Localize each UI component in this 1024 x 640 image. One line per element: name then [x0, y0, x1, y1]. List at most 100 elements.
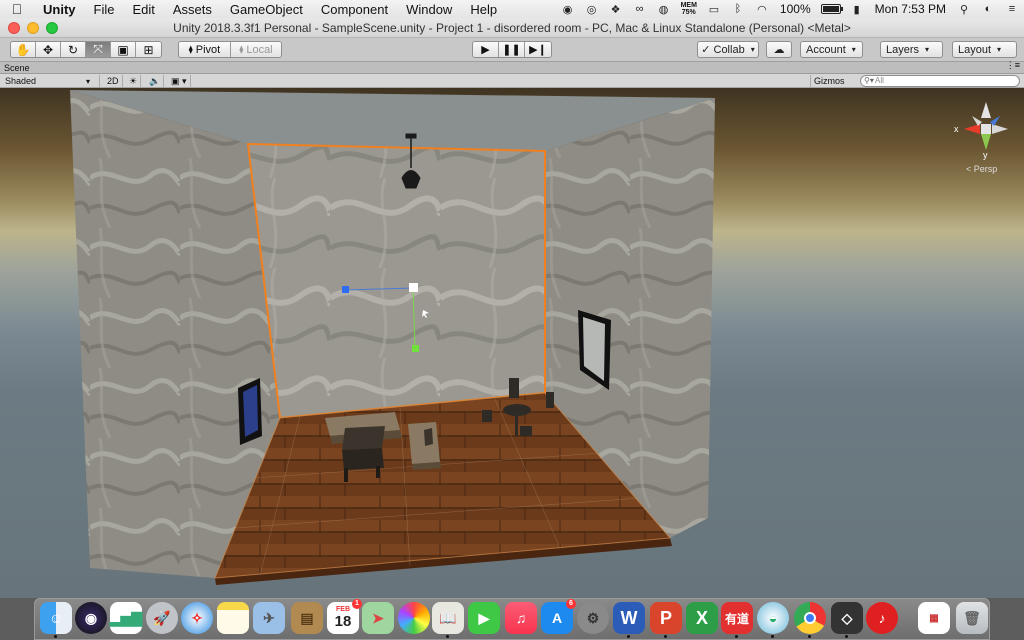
running-indicator	[446, 635, 449, 638]
sync-icon[interactable]: ◍	[657, 3, 671, 16]
cloud-services-button[interactable]: ☁	[766, 41, 792, 58]
wps-spreadsheet-icon[interactable]: X	[686, 602, 718, 634]
effects-dropdown-icon[interactable]: ▣ ▾	[168, 75, 191, 87]
music-icon[interactable]: ♫	[505, 602, 537, 634]
close-window-button[interactable]	[8, 21, 20, 34]
search-placeholder: All	[875, 76, 884, 85]
maximize-window-button[interactable]	[46, 21, 58, 34]
rect-tool-icon[interactable]: ▣	[111, 42, 136, 57]
contacts-icon[interactable]: ▤	[291, 602, 323, 634]
scene-viewport[interactable]: x y < Persp	[0, 88, 1024, 598]
shading-mode-label: Shaded	[5, 76, 37, 86]
check-icon: ✓	[701, 44, 711, 56]
system-preferences-icon[interactable]: ⚙	[577, 602, 609, 634]
left-wall-frame[interactable]	[238, 378, 262, 445]
chrome-status-icon[interactable]: ◎	[585, 3, 599, 16]
hand-tool-icon[interactable]: ✋	[11, 42, 36, 57]
minimize-window-button[interactable]	[27, 21, 39, 34]
menu-gameobject[interactable]: GameObject	[221, 2, 312, 17]
pivot-button[interactable]: ⧫ Pivot	[179, 42, 231, 57]
wifi-icon[interactable]: ◠	[755, 3, 769, 16]
siri-icon[interactable]: ◐	[981, 3, 995, 15]
macos-dock: ☺ ◉ ▂▅▇ 🚀 ✧ ✈ ▤ FEB 18 1 ➤ 📖 ▶ ♫ A6 ⚙ W …	[0, 598, 1024, 640]
rotate-tool-icon[interactable]: ↻	[61, 42, 86, 57]
flag-icon[interactable]: ▮	[850, 3, 864, 16]
scene-tab[interactable]: Scene	[4, 62, 30, 74]
finder-icon[interactable]: ☺	[40, 602, 72, 634]
spotlight-icon[interactable]: ⚲	[957, 3, 971, 16]
transform-tool-icon[interactable]: ⊞	[136, 42, 161, 57]
photos-icon[interactable]	[398, 602, 430, 634]
launchpad-icon[interactable]: 🚀	[146, 602, 178, 634]
youdao-icon[interactable]: 有道	[721, 602, 753, 634]
menu-unity[interactable]: Unity	[34, 2, 85, 17]
trash-icon[interactable]: 🗑	[956, 602, 988, 634]
menu-edit[interactable]: Edit	[123, 2, 163, 17]
step-button[interactable]: ▶❙	[525, 42, 551, 57]
activity-monitor-icon[interactable]: ▂▅▇	[110, 602, 142, 634]
app-store-badge: 6	[566, 599, 576, 609]
layers-dropdown[interactable]: Layers	[880, 41, 943, 58]
dropbox-icon[interactable]: ❖	[609, 3, 623, 16]
battery-percent: 100%	[779, 2, 811, 16]
window-title: Unity 2018.3.3f1 Personal - SampleScene.…	[173, 20, 851, 35]
scene-search-input[interactable]: ⚲▾ All	[860, 75, 1020, 87]
notes-icon[interactable]	[217, 602, 249, 634]
play-button[interactable]: ▶	[473, 42, 499, 57]
siri-app-icon[interactable]: ◉	[75, 602, 107, 634]
armchair[interactable]	[408, 422, 441, 470]
app-store-icon[interactable]: A6	[541, 599, 576, 634]
scale-tool-icon[interactable]: ⤧	[86, 42, 111, 57]
unity-icon[interactable]: ◇	[831, 602, 863, 634]
chrome-icon[interactable]	[794, 602, 826, 634]
panel-menu-icon[interactable]: ⋮≡	[1006, 60, 1020, 71]
netease-music-icon[interactable]: ♪	[866, 602, 898, 634]
perspective-toggle[interactable]: < Persp	[966, 164, 997, 174]
back-wall-selected[interactable]	[246, 142, 546, 420]
gizmo-z-handle[interactable]	[342, 286, 349, 293]
axis-x-label: x	[954, 124, 959, 134]
shading-mode-dropdown[interactable]: Shaded	[2, 75, 100, 87]
menu-window[interactable]: Window	[397, 2, 461, 17]
lighting-toggle-icon[interactable]: ☀	[126, 75, 142, 87]
memory-monitor[interactable]: MEM 75%	[681, 2, 697, 16]
notification-center-icon[interactable]: ≡	[1005, 3, 1019, 15]
creative-cloud-icon[interactable]: ∞	[633, 3, 647, 15]
apple-menu-icon[interactable]: 	[0, 1, 34, 17]
local-button[interactable]: ⧫ Local	[231, 42, 281, 57]
facetime-icon[interactable]: ▶	[468, 602, 500, 634]
menu-file[interactable]: File	[85, 2, 124, 17]
menu-assets[interactable]: Assets	[164, 2, 221, 17]
move-tool-icon[interactable]: ✥	[36, 42, 61, 57]
orientation-gizmo[interactable]: x y	[954, 102, 1008, 160]
calendar-icon[interactable]: FEB 18 1	[327, 599, 362, 634]
preview-icon[interactable]: ✈	[253, 602, 285, 634]
downloads-stack-icon[interactable]: ▦	[918, 602, 950, 634]
menu-component[interactable]: Component	[312, 2, 397, 17]
network-utility-icon[interactable]: ◒	[757, 602, 789, 634]
audio-toggle-icon[interactable]: 🔈	[146, 75, 165, 87]
gizmos-label: Gizmos	[814, 76, 845, 86]
unity-toolbar: ✋ ✥ ↻ ⤧ ▣ ⊞ ⧫ Pivot ⧫ Local ▶ ❚❚ ▶❙ ✓ Colla…	[0, 38, 1024, 62]
2d-toggle[interactable]: 2D	[104, 75, 123, 87]
wps-writer-icon[interactable]: W	[613, 602, 645, 634]
layout-dropdown[interactable]: Layout	[952, 41, 1017, 58]
calendar-day: 18	[334, 613, 352, 630]
safari-icon[interactable]: ✧	[181, 602, 213, 634]
account-dropdown[interactable]: Account	[800, 41, 863, 58]
calendar-month: FEB	[336, 606, 350, 613]
airplay-icon[interactable]: ▭	[707, 3, 721, 16]
account-label: Account	[806, 43, 846, 56]
menu-help[interactable]: Help	[461, 2, 506, 17]
collab-button[interactable]: ✓ Collab	[697, 41, 759, 58]
kindle-icon[interactable]: 📖	[432, 602, 464, 634]
maps-icon[interactable]: ➤	[362, 602, 394, 634]
bluetooth-icon[interactable]: ᛒ	[731, 3, 745, 15]
scrobble-icon[interactable]: ◉	[561, 3, 575, 16]
wps-presentation-icon[interactable]: P	[650, 602, 682, 634]
gizmo-center-handle[interactable]	[409, 283, 418, 292]
clock[interactable]: Mon 7:53 PM	[875, 2, 946, 16]
gizmo-y-handle[interactable]	[412, 345, 419, 352]
battery-icon[interactable]	[820, 4, 843, 14]
pause-button[interactable]: ❚❚	[499, 42, 525, 57]
